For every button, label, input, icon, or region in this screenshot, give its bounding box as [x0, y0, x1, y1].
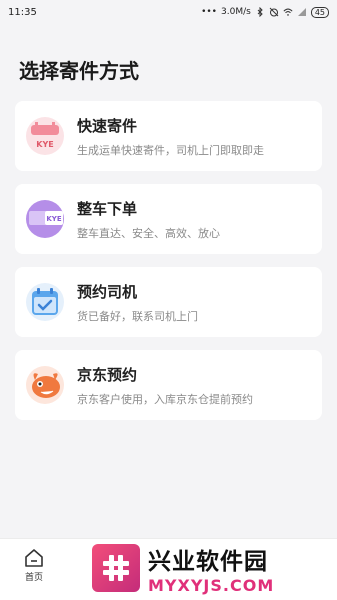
option-description: 京东客户使用，入库京东仓提前预约	[77, 392, 253, 406]
battery-indicator: 45	[310, 6, 329, 18]
option-express-shipping[interactable]: KYE 快速寄件 生成运单快速寄件，司机上门即取即走	[15, 101, 322, 171]
kye-icon-label: KYE	[46, 215, 61, 223]
bluetooth-icon	[257, 7, 263, 17]
option-description: 整车直达、安全、高效、放心	[77, 226, 220, 240]
network-speed: 3.0M/s	[221, 7, 251, 17]
signal-dots-icon: •••	[201, 7, 217, 17]
nav-home[interactable]: 首页	[14, 549, 54, 583]
option-description: 货已备好，联系司机上门	[77, 309, 198, 323]
option-title: 整车下单	[77, 199, 138, 218]
option-full-truck-order[interactable]: KYE 整车下单 整车直达、安全、高效、放心	[15, 184, 322, 254]
cellular-icon	[297, 8, 306, 16]
status-bar: 11:35 ••• 3.0M/s 45	[0, 0, 337, 24]
page-title: 选择寄件方式	[19, 59, 139, 83]
kye-truck-icon: KYE	[25, 199, 65, 239]
option-title: 预约司机	[77, 282, 138, 301]
wifi-icon	[283, 8, 293, 16]
watermark-title: 兴业软件园	[148, 548, 268, 575]
kye-icon-label: KYE	[36, 140, 53, 149]
alarm-off-icon	[269, 7, 279, 17]
option-title: 快速寄件	[77, 116, 138, 135]
kye-express-icon: KYE	[25, 116, 65, 156]
home-icon	[25, 549, 43, 567]
hash-logo-icon	[92, 544, 140, 592]
option-book-driver[interactable]: 预约司机 货已备好，联系司机上门	[15, 267, 322, 337]
option-title: 京东预约	[77, 365, 138, 384]
option-description: 生成运单快速寄件，司机上门即取即走	[77, 143, 264, 157]
nav-home-label: 首页	[24, 573, 43, 583]
watermark-url: MYXYJS.COM	[148, 575, 275, 595]
option-jd-appointment[interactable]: 京东预约 京东客户使用，入库京东仓提前预约	[15, 350, 322, 420]
status-time: 11:35	[8, 6, 37, 18]
watermark: 兴业软件园 MYXYJS.COM	[90, 540, 337, 596]
calendar-check-icon	[25, 282, 65, 322]
jd-dog-icon	[25, 365, 65, 405]
status-icons: ••• 3.0M/s 45	[201, 6, 329, 18]
